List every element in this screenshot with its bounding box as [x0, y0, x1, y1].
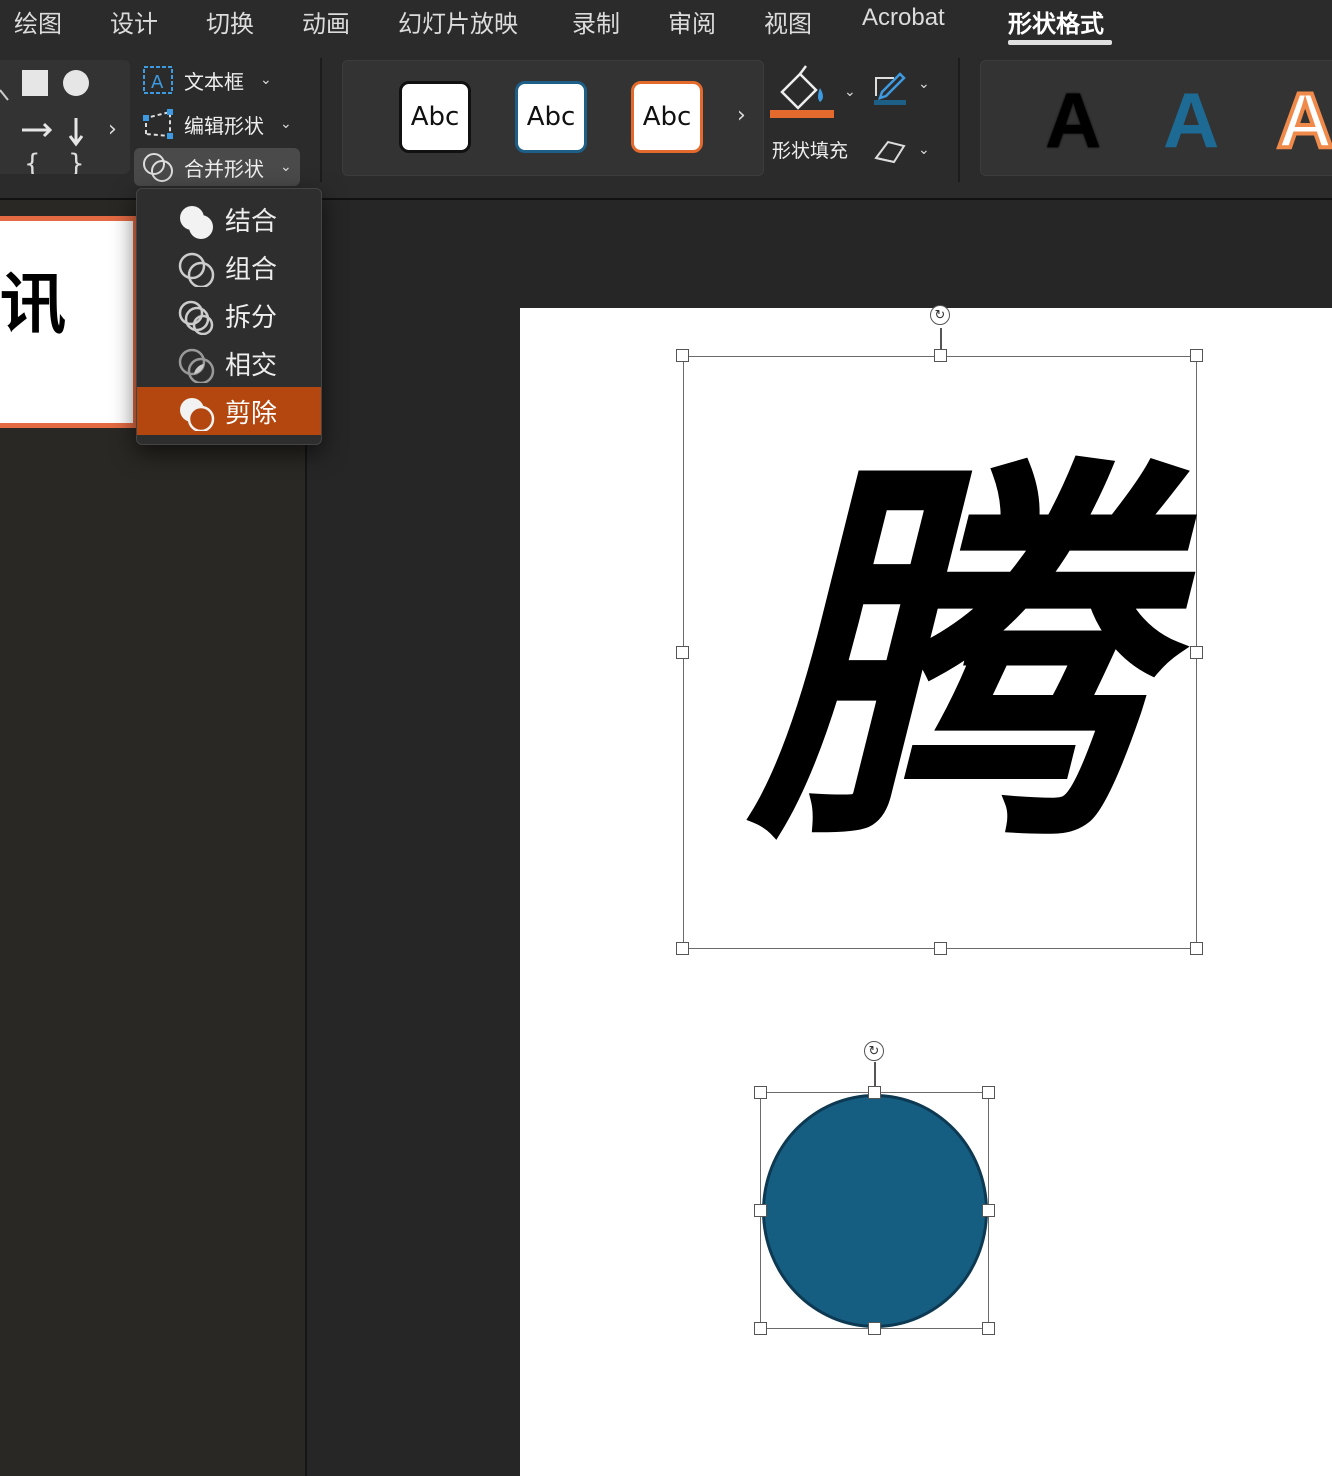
resize-handle[interactable] [868, 1322, 881, 1335]
wordart-preset-2[interactable]: A [1163, 75, 1219, 166]
ribbon-separator [958, 58, 960, 182]
menu-slideshow[interactable]: 幻灯片放映 [398, 4, 518, 39]
union-icon [180, 206, 213, 239]
menu-item-subtract[interactable]: 剪除 [137, 387, 321, 435]
subtract-icon [180, 398, 215, 431]
resize-handle[interactable] [676, 349, 689, 362]
menu-draw[interactable]: 绘图 [14, 4, 62, 39]
thumbnail-text: 讯 [0, 265, 66, 343]
resize-handle[interactable] [676, 646, 689, 659]
shape-fill-button[interactable]: ⌄ 形状填充 [770, 62, 860, 162]
resize-handle[interactable] [982, 1204, 995, 1217]
ribbon-separator [320, 58, 322, 182]
edit-shape-label: 编辑形状 [184, 113, 264, 138]
combine-icon [178, 252, 215, 287]
svg-text:A: A [151, 72, 164, 93]
resize-handle[interactable] [1190, 942, 1203, 955]
merge-shapes-button[interactable]: 合并形状 ⌄ [134, 148, 300, 186]
menu-record[interactable]: 录制 [572, 4, 620, 39]
resize-handle[interactable] [934, 942, 947, 955]
calligraphy-glyph[interactable]: 腾 [720, 458, 1180, 858]
menu-item-fragment[interactable]: 拆分 [137, 291, 321, 339]
rotate-icon[interactable]: ↻ [930, 305, 950, 325]
chevron-down-icon: ⌄ [260, 72, 272, 88]
edit-shape-icon [142, 108, 174, 140]
resize-handle[interactable] [1190, 349, 1203, 362]
menu-item-union[interactable]: 结合 [137, 195, 321, 243]
merge-shapes-icon [142, 151, 174, 183]
resize-handle[interactable] [676, 942, 689, 955]
resize-handle[interactable] [868, 1086, 881, 1099]
slide-thumbnail[interactable]: 讯 [0, 216, 138, 428]
gallery-more-icon[interactable]: › [737, 103, 746, 128]
textbox-button[interactable]: A 文本框 ⌄ [142, 64, 272, 96]
resize-handle[interactable] [754, 1086, 767, 1099]
menu-acrobat[interactable]: Acrobat [862, 4, 945, 32]
paint-bucket-icon [770, 65, 834, 118]
active-tab-indicator [1008, 40, 1112, 45]
pen-icon [874, 72, 906, 105]
shape-style-preset-3[interactable]: Abc [631, 81, 703, 153]
chevron-down-icon: ⌄ [918, 76, 930, 92]
svg-text:{: { [24, 149, 41, 174]
menu-view[interactable]: 视图 [764, 4, 812, 39]
chevron-down-icon: ⌄ [280, 159, 292, 175]
menu-shape-format[interactable]: 形状格式 [1008, 4, 1104, 39]
wordart-styles-gallery: A A A [980, 60, 1332, 176]
textbox-label: 文本框 [184, 69, 244, 94]
edit-shape-button[interactable]: 编辑形状 ⌄ [142, 108, 292, 140]
eraser-icon [874, 140, 906, 164]
shapes-gallery-icons: { } › [0, 70, 117, 179]
shape-style-preset-1[interactable]: Abc [399, 81, 471, 153]
resize-handle[interactable] [982, 1086, 995, 1099]
wordart-preset-3[interactable]: A [1275, 74, 1332, 166]
shape-style-preset-2[interactable]: Abc [515, 81, 587, 153]
menu-item-intersect[interactable]: 相交 [137, 339, 321, 387]
svg-text:›: › [108, 117, 117, 142]
resize-handle[interactable] [982, 1322, 995, 1335]
resize-handle[interactable] [754, 1322, 767, 1335]
resize-handle[interactable] [1190, 646, 1203, 659]
shape-fill-label: 形状填充 [772, 140, 849, 162]
svg-text:}: } [68, 149, 85, 174]
menu-item-combine[interactable]: 组合 [137, 243, 321, 291]
menu-review[interactable]: 审阅 [668, 4, 716, 39]
wordart-preset-1[interactable]: A [1045, 75, 1101, 166]
resize-handle[interactable] [754, 1204, 767, 1217]
merge-shapes-label: 合并形状 [184, 156, 264, 181]
menu-transitions[interactable]: 切换 [206, 4, 254, 39]
textbox-icon: A [142, 64, 174, 96]
resize-handle[interactable] [934, 349, 947, 362]
shape-styles-gallery: Abc Abc Abc › [342, 60, 764, 176]
menu-design[interactable]: 设计 [110, 4, 158, 39]
shapes-gallery[interactable]: { } › [0, 60, 130, 179]
menu-bar: 绘图 设计 切换 动画 幻灯片放映 录制 审阅 视图 Acrobat 形状格式 [0, 0, 1332, 48]
blue-circle-shape[interactable] [762, 1094, 988, 1328]
chevron-down-icon: ⌄ [918, 142, 930, 158]
menu-animations[interactable]: 动画 [302, 4, 350, 39]
ribbon: { } › A 文本框 ⌄ 编辑形状 ⌄ 合并形状 ⌄ Abc Abc Abc … [0, 48, 1332, 200]
shape-effects-button[interactable]: ⌄ [872, 136, 942, 176]
shape-outline-button[interactable]: ⌄ [872, 70, 942, 110]
chevron-down-icon: ⌄ [280, 116, 292, 132]
fragment-icon [178, 300, 214, 335]
rotate-icon[interactable]: ↻ [864, 1041, 884, 1061]
intersect-icon [178, 348, 215, 383]
merge-shapes-menu: 结合 组合 拆分 相交 剪除 [136, 188, 322, 445]
chevron-down-icon[interactable]: ⌄ [844, 84, 856, 100]
slide-canvas[interactable]: 腾 ↻ ↻ [520, 305, 1332, 1476]
